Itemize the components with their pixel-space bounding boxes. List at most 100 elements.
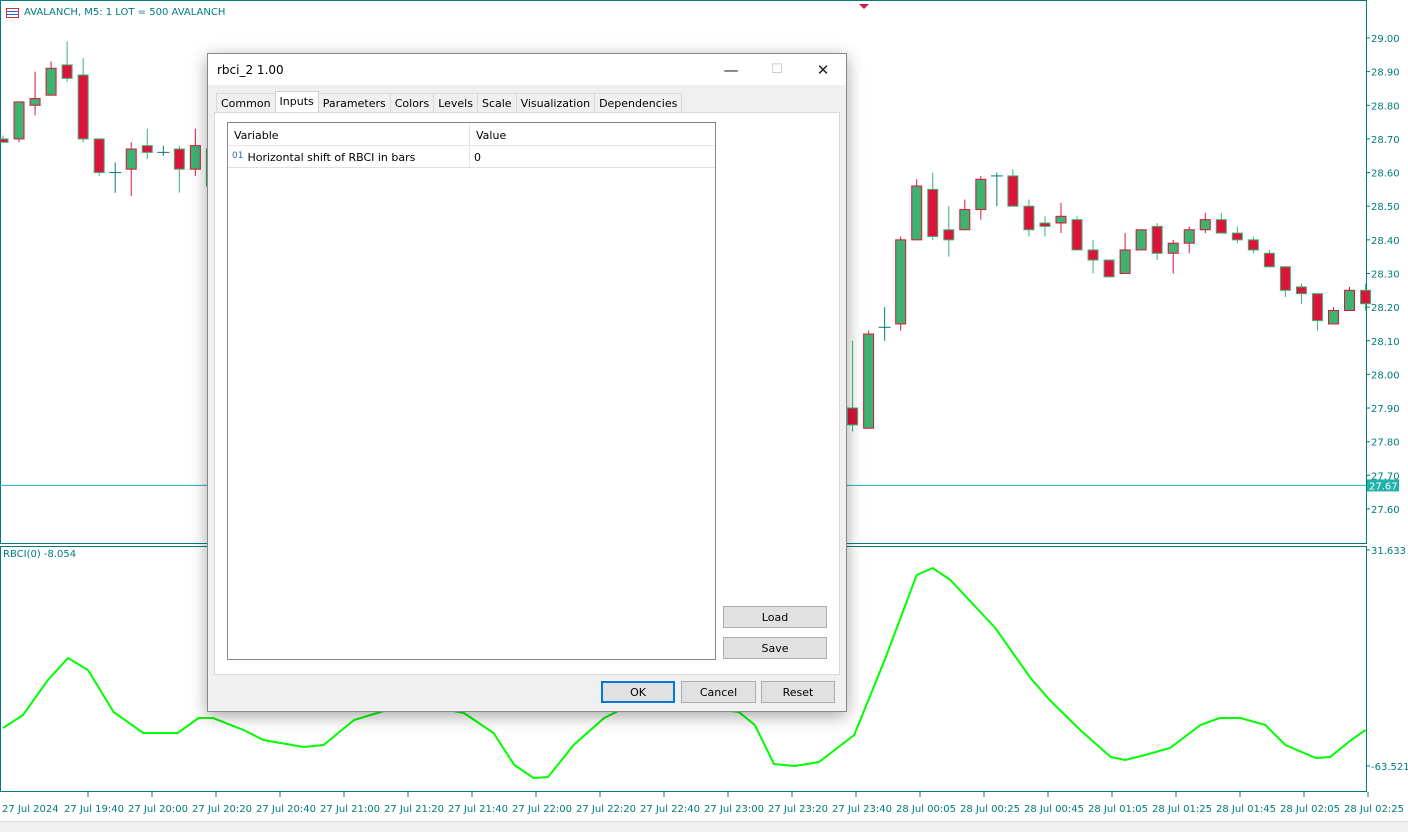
cancel-button[interactable]: Cancel [681, 681, 756, 703]
chart-menu-icon[interactable] [6, 7, 19, 18]
time-label: 28 Jul 02:05 [1280, 804, 1340, 815]
price-tick-label: 27.60 [1371, 505, 1400, 516]
time-label: 28 Jul 01:05 [1088, 804, 1148, 815]
time-label: 27 Jul 22:40 [640, 804, 700, 815]
price-tick-label: 28.80 [1371, 101, 1400, 112]
price-tick-label: 28.60 [1371, 169, 1400, 180]
time-label: 27 Jul 19:40 [64, 804, 124, 815]
tab-inputs[interactable]: Inputs [274, 91, 319, 112]
maximize-icon: ☐ [771, 62, 783, 77]
price-tick-label: 28.00 [1371, 370, 1400, 381]
time-label: 27 Jul 20:20 [192, 804, 252, 815]
time-label: 27 Jul 23:40 [832, 804, 892, 815]
candle-body [13, 101, 25, 140]
time-label: 27 Jul 21:20 [384, 804, 444, 815]
time-label: 28 Jul 01:25 [1152, 804, 1212, 815]
tab-levels[interactable]: Levels [433, 93, 478, 112]
candle-body [927, 188, 939, 237]
price-tick-label: 28.40 [1371, 236, 1400, 247]
time-label: 27 Jul 22:00 [512, 804, 572, 815]
column-header-value[interactable]: Value [470, 123, 512, 145]
candle-body [895, 239, 907, 325]
price-tick-label: 27.90 [1371, 404, 1400, 415]
price-tick-label: 27.80 [1371, 438, 1400, 449]
time-label: 27 Jul 21:00 [320, 804, 380, 815]
tab-common[interactable]: Common [216, 93, 276, 112]
variable-cell: 01 Horizontal shift of RBCI in bars [228, 146, 470, 167]
candle-body [1344, 289, 1356, 311]
shift-marker-icon [859, 4, 869, 9]
column-header-variable[interactable]: Variable [228, 123, 470, 145]
tab-scale[interactable]: Scale [476, 93, 517, 112]
candle-body [1087, 249, 1099, 261]
candle-body [1103, 259, 1115, 278]
candle-body [1279, 266, 1291, 291]
candle-body [959, 209, 971, 231]
symbol-text: AVALANCH, M5: 1 LOT = 500 AVALANCH [24, 7, 226, 18]
candle-body [189, 145, 201, 170]
symbol-label: AVALANCH, M5: 1 LOT = 500 AVALANCH [6, 7, 225, 18]
candle-body [1151, 225, 1163, 254]
indicator-tick-label: -63.521 [1371, 762, 1408, 773]
table-row[interactable]: 01 Horizontal shift of RBCI in bars 0 [228, 146, 715, 168]
price-tick-label: 28.50 [1371, 202, 1400, 213]
current-price-label: 27.67 [1369, 481, 1398, 492]
candle-body [911, 185, 923, 241]
value-cell[interactable]: 0 [470, 146, 485, 167]
load-button[interactable]: Load [723, 606, 827, 628]
integer-type-icon: 01 [232, 151, 244, 161]
close-icon[interactable]: ✕ [800, 54, 846, 85]
candle-body [1055, 215, 1067, 224]
candle-body [61, 64, 73, 79]
candle-body [1231, 232, 1243, 241]
tab-colors[interactable]: Colors [389, 93, 435, 112]
time-label: 27 Jul 2024 [2, 804, 59, 815]
candle-body [863, 333, 875, 429]
tab-dependencies[interactable]: Dependencies [594, 93, 683, 112]
candle-body [1071, 219, 1083, 251]
tab-visualization[interactable]: Visualization [515, 93, 596, 112]
tab-bar: Common Inputs Parameters Colors Levels Scale V… [216, 91, 683, 112]
candle-body [1215, 219, 1227, 234]
time-label: 28 Jul 00:25 [960, 804, 1020, 815]
price-tick-label: 28.30 [1371, 269, 1400, 280]
inputs-panel: Variable Value 01 Horizontal shift of RB… [214, 112, 840, 675]
price-tick-label: 28.10 [1371, 337, 1400, 348]
candle-body [1007, 175, 1019, 207]
price-tick-label: 28.70 [1371, 135, 1400, 146]
price-tick-label: 28.20 [1371, 303, 1400, 314]
candle-body [975, 178, 987, 211]
candle-body [1119, 249, 1131, 274]
candle-body [1360, 289, 1372, 305]
candle-body [943, 229, 955, 241]
candle-body [1023, 205, 1035, 231]
time-label: 27 Jul 22:20 [576, 804, 636, 815]
time-label: 28 Jul 00:05 [896, 804, 956, 815]
time-label: 28 Jul 02:25 [1344, 804, 1404, 815]
indicator-label: RBCI(0) -8.054 [3, 549, 77, 560]
reset-button[interactable]: Reset [761, 681, 835, 703]
time-label: 28 Jul 01:45 [1216, 804, 1276, 815]
candle-body [173, 148, 185, 170]
price-tick-label: 28.90 [1371, 68, 1400, 79]
time-label: 28 Jul 00:45 [1024, 804, 1084, 815]
dialog-titlebar[interactable]: rbci_2 1.00 — ☐ ✕ [208, 54, 846, 85]
time-label: 27 Jul 20:40 [256, 804, 316, 815]
candle-body [1135, 229, 1147, 251]
candle-body [1183, 229, 1195, 244]
bottom-scrollbar[interactable] [0, 821, 1408, 832]
time-label: 27 Jul 23:20 [768, 804, 828, 815]
inputs-grid: Variable Value 01 Horizontal shift of RB… [227, 122, 716, 660]
candle-body [77, 74, 89, 140]
indicator-properties-dialog: rbci_2 1.00 — ☐ ✕ Common Inputs Parameters… [207, 53, 847, 712]
candle-body [1199, 219, 1211, 231]
tab-parameters[interactable]: Parameters [317, 93, 391, 112]
candle-body [45, 67, 57, 96]
candle-body [1039, 222, 1051, 227]
ok-button[interactable]: OK [601, 681, 675, 703]
time-label: 27 Jul 23:00 [704, 804, 764, 815]
minimize-icon[interactable]: — [708, 54, 754, 85]
time-label: 27 Jul 21:40 [448, 804, 508, 815]
save-button[interactable]: Save [723, 637, 827, 659]
indicator-tick-label: 31.633 [1371, 546, 1406, 557]
